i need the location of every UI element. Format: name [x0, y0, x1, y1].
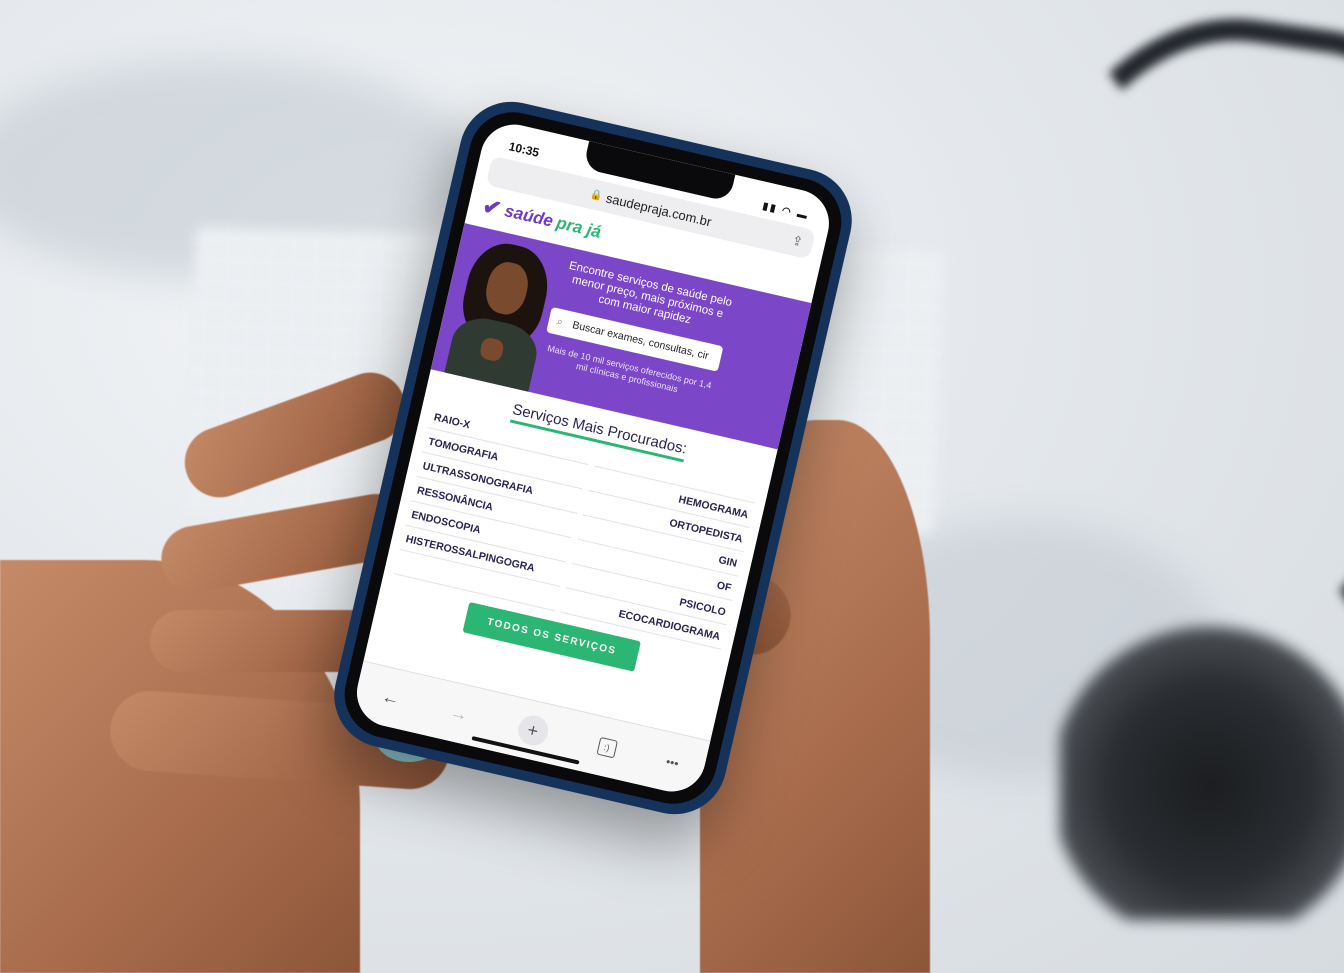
hero-woman-photo [437, 234, 566, 400]
camera [1060, 620, 1344, 920]
heart-check-icon: ✔ [480, 193, 504, 222]
forward-arrow-icon[interactable]: → [448, 701, 470, 726]
status-time: 10:35 [507, 139, 541, 160]
search-icon: ⌕ [555, 315, 565, 329]
logo-text-praja: pra já [554, 213, 604, 242]
tabs-icon[interactable]: :) [595, 736, 618, 759]
logo-text-saude: saúde [502, 201, 555, 231]
share-icon[interactable]: ⇪ [790, 232, 805, 250]
back-arrow-icon[interactable]: ← [380, 685, 402, 710]
more-icon[interactable]: ••• [665, 754, 680, 770]
lock-icon: 🔒 [589, 188, 604, 202]
new-tab-icon[interactable]: + [514, 712, 551, 749]
